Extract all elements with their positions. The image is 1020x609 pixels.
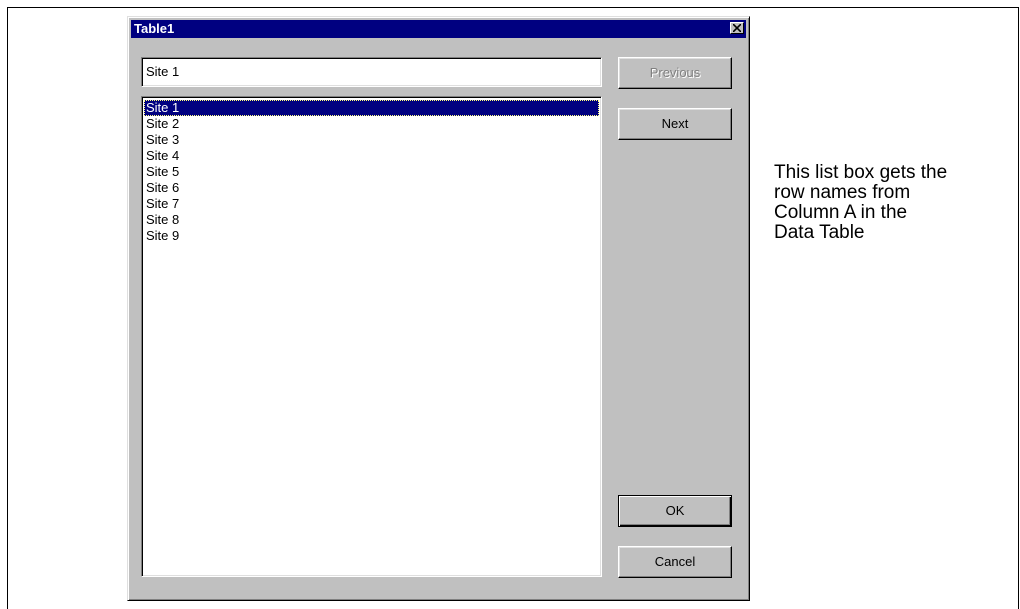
annotation-line: Data Table — [774, 222, 865, 243]
close-icon — [733, 24, 741, 32]
table1-dialog: Table1 Site 1 Site 1 Site 2 Site 3 Site … — [127, 16, 750, 601]
list-item[interactable]: Site 2 — [144, 116, 599, 132]
title-bar[interactable]: Table1 — [131, 20, 746, 38]
annotation-line: This list box gets the — [774, 162, 948, 183]
site-name-field[interactable]: Site 1 — [141, 57, 602, 87]
annotation-line: Column A in the — [774, 202, 908, 223]
previous-button[interactable]: Previous — [618, 57, 732, 89]
list-item[interactable]: Site 1 — [144, 100, 599, 116]
row-names-listbox[interactable]: Site 1 Site 2 Site 3 Site 4 Site 5 Site … — [141, 96, 602, 577]
next-button[interactable]: Next — [618, 108, 732, 140]
list-item[interactable]: Site 3 — [144, 132, 599, 148]
annotation-line: row names from — [774, 182, 911, 203]
list-item[interactable]: Site 7 — [144, 196, 599, 212]
list-item[interactable]: Site 9 — [144, 228, 599, 244]
cancel-button[interactable]: Cancel — [618, 546, 732, 578]
ok-button[interactable]: OK — [618, 495, 732, 527]
list-item[interactable]: Site 4 — [144, 148, 599, 164]
list-item[interactable]: Site 5 — [144, 164, 599, 180]
dialog-title: Table1 — [134, 21, 175, 36]
list-item[interactable]: Site 8 — [144, 212, 599, 228]
listbox-annotation: This list box gets the row names from Co… — [774, 163, 1019, 243]
list-item[interactable]: Site 6 — [144, 180, 599, 196]
close-button[interactable] — [730, 22, 744, 34]
